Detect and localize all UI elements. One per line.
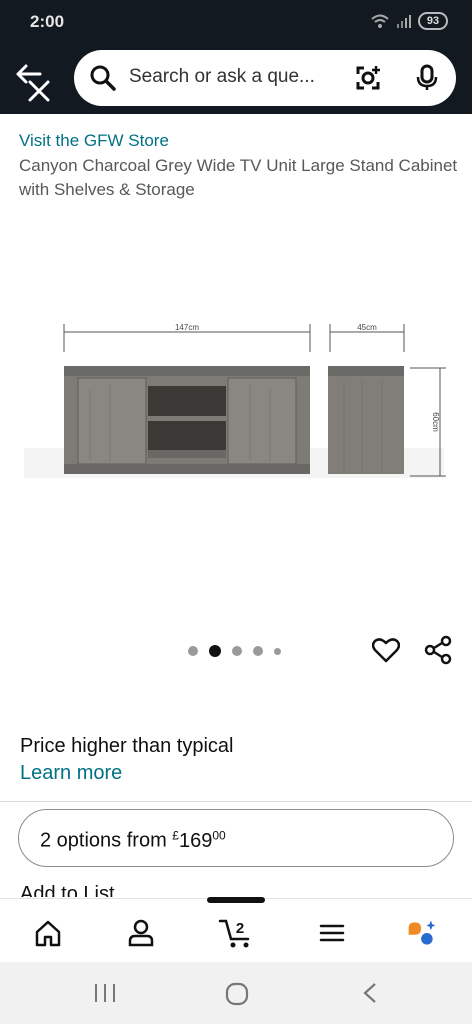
height-dimension-label: 60cm (431, 412, 440, 432)
microphone-icon[interactable] (414, 64, 440, 92)
account-icon[interactable] (125, 917, 157, 949)
share-icon[interactable] (424, 635, 452, 665)
carousel-dot[interactable] (274, 647, 281, 655)
options-price: £16900 (172, 828, 226, 852)
cart-count: 2 (236, 920, 244, 937)
carousel-dot[interactable] (188, 646, 198, 656)
cart-icon: 2 (218, 919, 250, 948)
image-carousel-indicator[interactable] (188, 645, 281, 657)
carousel-dot[interactable] (232, 646, 242, 656)
cart-button[interactable]: 2 (218, 917, 258, 949)
menu-icon[interactable] (316, 917, 348, 949)
options-label: 2 options from £16900 (40, 828, 226, 853)
product-image[interactable]: 147cm 45cm 60cm (0, 300, 472, 500)
back-close-icon[interactable] (12, 58, 58, 104)
search-icon (90, 65, 116, 91)
heart-icon[interactable] (372, 637, 400, 663)
store-link[interactable]: Visit the GFW Store (19, 131, 169, 151)
search-input[interactable]: Search or ask a que... (74, 50, 456, 106)
app-header: 2:00 93 Search or ask a que... (0, 0, 472, 114)
price-whole: 169 (178, 829, 213, 852)
tv-unit-illustration: 147cm 45cm 60cm (24, 323, 446, 478)
battery-icon: 93 (418, 12, 448, 30)
recent-apps-icon[interactable] (92, 982, 118, 1004)
depth-dimension-label: 45cm (357, 323, 377, 332)
back-system-icon[interactable] (360, 982, 380, 1004)
carousel-dot[interactable] (253, 646, 263, 656)
learn-more-link[interactable]: Learn more (20, 762, 122, 785)
price-note: Price higher than typical (20, 735, 234, 757)
rufus-assistant-icon[interactable] (406, 917, 438, 949)
add-to-list-button[interactable]: Add to List (20, 883, 115, 897)
signal-icon (397, 15, 411, 28)
camera-lens-icon[interactable] (354, 64, 382, 92)
wifi-icon (371, 14, 389, 28)
system-navigation-bar (0, 962, 472, 1024)
product-title: Canyon Charcoal Grey Wide TV Unit Large … (19, 156, 458, 199)
status-icons: 93 (370, 12, 448, 30)
divider (0, 801, 472, 802)
carousel-dot-active[interactable] (209, 645, 221, 657)
buying-options-button[interactable]: 2 options from £16900 (18, 809, 454, 867)
active-tab-indicator (207, 897, 265, 903)
bottom-nav: 2 (0, 897, 472, 962)
options-text: 2 options from (40, 829, 173, 852)
search-placeholder: Search or ask a que... (129, 66, 315, 87)
search-row: Search or ask a que... (0, 44, 472, 114)
home-icon[interactable] (32, 917, 64, 949)
status-time: 2:00 (30, 12, 65, 31)
home-system-icon[interactable] (224, 982, 250, 1006)
width-dimension-label: 147cm (175, 323, 199, 332)
status-bar: 2:00 93 (0, 0, 472, 44)
price-fraction: 00 (212, 828, 226, 842)
currency-symbol: £ (172, 828, 179, 842)
